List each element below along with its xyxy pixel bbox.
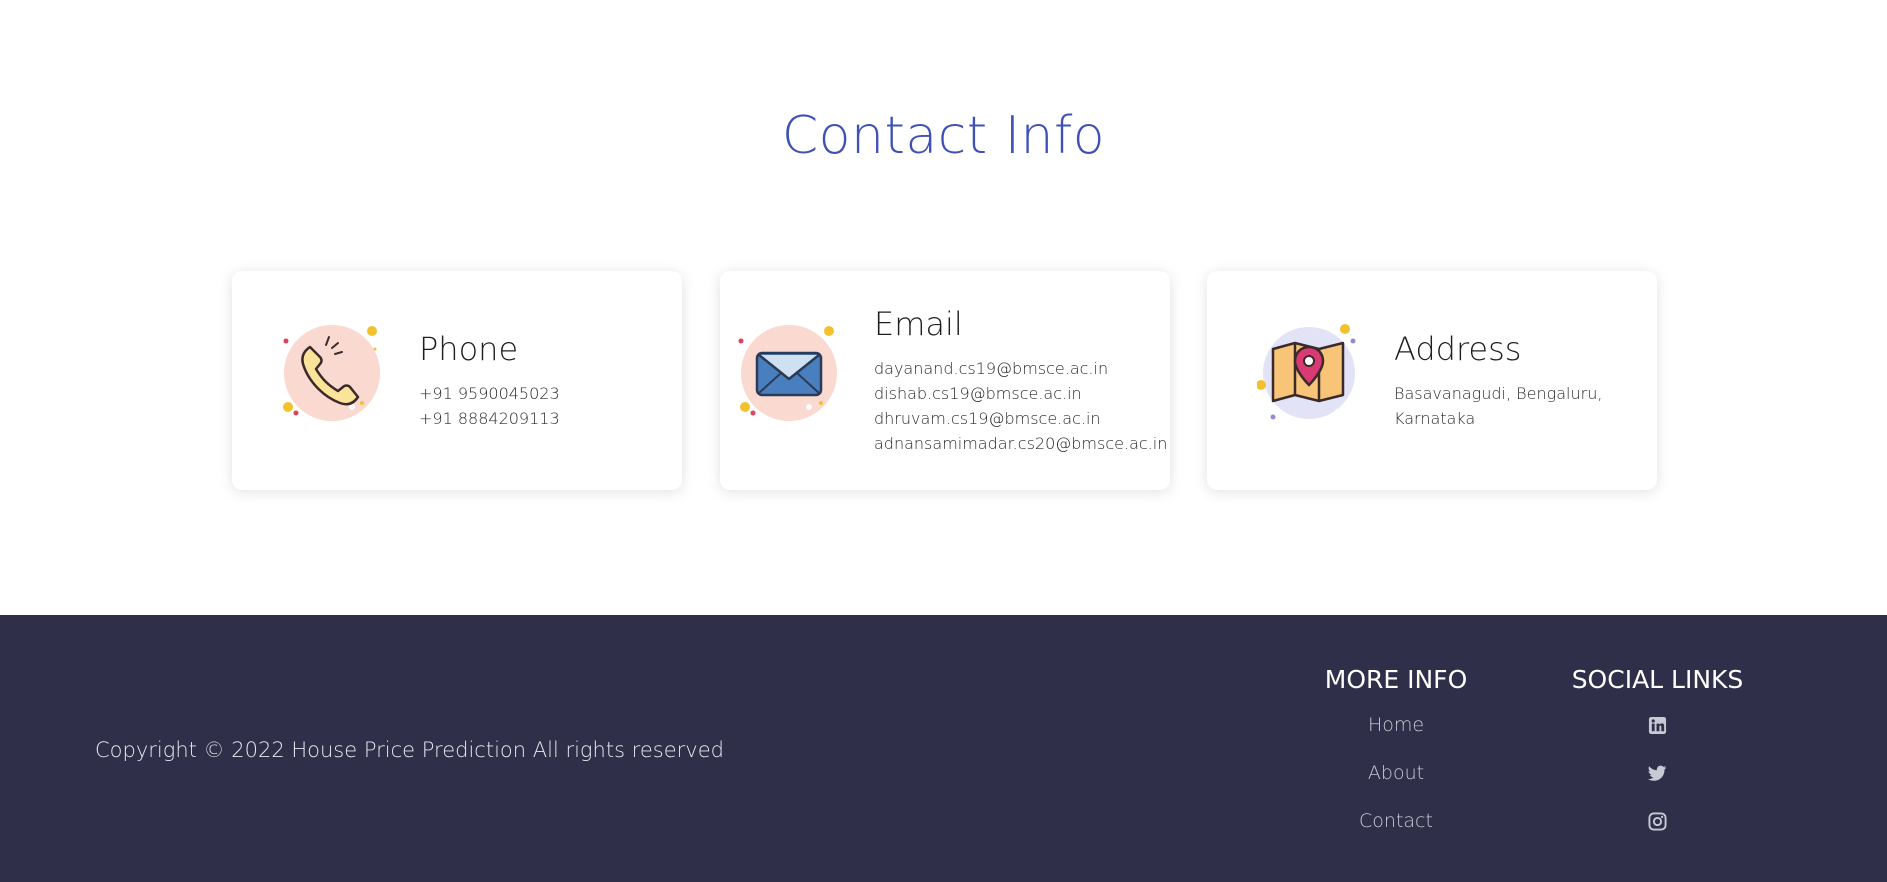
address-card: Address Basavanagudi, Bengaluru, Karnata…	[1207, 271, 1657, 490]
phone-numbers: +91 9590045023 +91 8884209113	[419, 381, 560, 431]
social-links-title: SOCIAL LINKS	[1571, 665, 1744, 694]
page-title: Contact Info	[781, 106, 1106, 166]
footer-link-contact[interactable]: Contact	[1321, 810, 1471, 858]
twitter-icon[interactable]	[1570, 762, 1745, 810]
address-title: Address	[1394, 330, 1522, 368]
more-info-title: MORE INFO	[1324, 665, 1468, 694]
footer-link-about[interactable]: About	[1321, 762, 1471, 810]
email-address[interactable]: dhruvam.cs19@bmsce.ac.in	[874, 406, 1167, 431]
email-address[interactable]: dishab.cs19@bmsce.ac.in	[874, 381, 1167, 406]
email-address[interactable]: adnansamimadar.cs20@bmsce.ac.in	[874, 431, 1167, 456]
footer: Copyright © 2022 House Price Prediction …	[0, 615, 1887, 882]
email-list: dayanand.cs19@bmsce.ac.in dishab.cs19@bm…	[874, 356, 1167, 456]
phone-card: Phone +91 9590045023 +91 8884209113	[232, 271, 682, 490]
phone-icon	[280, 321, 384, 425]
map-pin-icon	[1257, 321, 1361, 425]
address-line: Basavanagudi, Bengaluru,	[1394, 384, 1603, 403]
address-line: Karnataka	[1394, 409, 1476, 428]
phone-number[interactable]: +91 9590045023	[419, 381, 560, 406]
phone-title: Phone	[419, 330, 519, 368]
more-info-column: MORE INFO Home About Contact	[1321, 665, 1471, 858]
address-text: Basavanagudi, Bengaluru, Karnataka	[1394, 381, 1602, 431]
linkedin-icon[interactable]	[1570, 714, 1745, 762]
contact-section: Contact Info Phone +91 9590045023 +91 88…	[0, 0, 1887, 615]
phone-number[interactable]: +91 8884209113	[419, 406, 560, 431]
copyright-text: Copyright © 2022 House Price Prediction …	[95, 738, 724, 762]
instagram-icon[interactable]	[1570, 810, 1745, 858]
email-card: Email dayanand.cs19@bmsce.ac.in dishab.c…	[720, 271, 1170, 490]
social-links-column: SOCIAL LINKS	[1570, 665, 1745, 858]
email-title: Email	[874, 305, 963, 343]
envelope-icon	[737, 321, 841, 425]
email-address[interactable]: dayanand.cs19@bmsce.ac.in	[874, 356, 1167, 381]
footer-link-home[interactable]: Home	[1321, 714, 1471, 762]
